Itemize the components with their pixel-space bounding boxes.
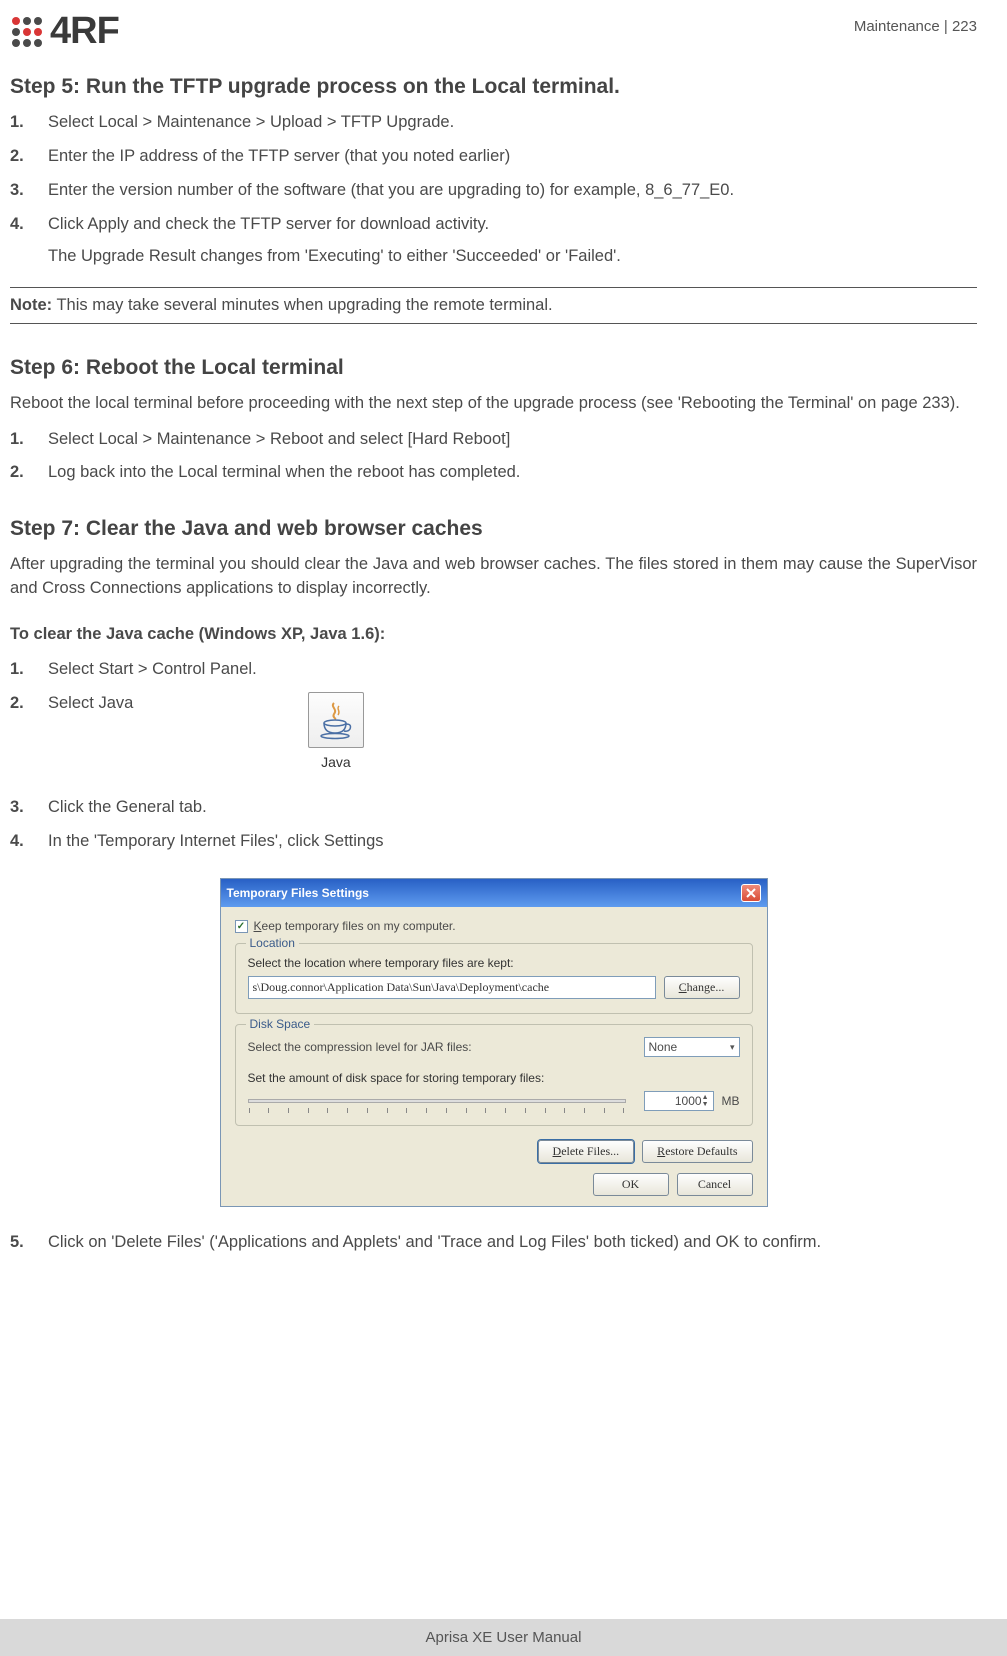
- step7-item-5: Click on 'Delete Files' ('Applications a…: [48, 1231, 977, 1255]
- list-number: 2.: [10, 145, 32, 169]
- step5-item-1: Select Local > Maintenance > Upload > TF…: [48, 111, 977, 135]
- keep-temp-files-label: Keep temporary files on my computer.: [254, 919, 456, 933]
- change-button[interactable]: Change...: [664, 976, 740, 999]
- disk-space-legend: Disk Space: [246, 1017, 315, 1031]
- list-number: 2.: [10, 461, 32, 485]
- step6-intro: Reboot the local terminal before proceed…: [10, 392, 977, 416]
- step5-item-4-extra: The Upgrade Result changes from 'Executi…: [48, 245, 977, 269]
- logo-dots-icon: [10, 15, 44, 49]
- list-number: 1.: [10, 111, 32, 135]
- note-text: This may take several minutes when upgra…: [52, 296, 552, 314]
- chevron-down-icon: ▾: [730, 1042, 735, 1053]
- compression-label: Select the compression level for JAR fil…: [248, 1040, 472, 1054]
- restore-defaults-button[interactable]: Restore Defaults: [642, 1140, 752, 1163]
- page-footer: Aprisa XE User Manual: [0, 1619, 1007, 1656]
- step7-item-1: Select Start > Control Panel.: [48, 658, 977, 682]
- step5-item-2: Enter the IP address of the TFTP server …: [48, 145, 977, 169]
- step7-intro: After upgrading the terminal you should …: [10, 553, 977, 601]
- location-fieldset: Location Select the location where tempo…: [235, 943, 753, 1014]
- step7-heading: Step 7: Clear the Java and web browser c…: [10, 517, 977, 541]
- step7-subhead: To clear the Java cache (Windows XP, Jav…: [10, 625, 977, 644]
- spinner-buttons[interactable]: ▲▼: [702, 1094, 709, 1108]
- note: Note: This may take several minutes when…: [10, 294, 977, 317]
- divider: [10, 287, 977, 288]
- step7-item-3: Click the General tab.: [48, 796, 977, 820]
- amount-label: Set the amount of disk space for storing…: [248, 1071, 740, 1085]
- step6-heading: Step 6: Reboot the Local terminal: [10, 356, 977, 380]
- location-input[interactable]: s\Doug.connor\Application Data\Sun\Java\…: [248, 976, 656, 999]
- step5-item-4: Click Apply and check the TFTP server fo…: [48, 213, 977, 237]
- page-header: 4RF Maintenance | 223: [10, 10, 977, 53]
- page-number: Maintenance | 223: [854, 18, 977, 35]
- step6-item-1: Select Local > Maintenance > Reboot and …: [48, 428, 977, 452]
- list-number: 1.: [10, 658, 32, 682]
- step5-item-3: Enter the version number of the software…: [48, 179, 977, 203]
- list-number: 2.: [10, 692, 32, 772]
- compression-value: None: [649, 1040, 678, 1054]
- step6-item-2: Log back into the Local terminal when th…: [48, 461, 977, 485]
- location-label: Select the location where temporary file…: [248, 956, 740, 970]
- disk-space-unit: MB: [722, 1094, 740, 1108]
- disk-space-slider[interactable]: [248, 1099, 626, 1103]
- disk-space-value: 1000: [649, 1094, 702, 1108]
- java-control-panel-icon: Java: [308, 692, 364, 772]
- step7-item-2: Select Java: [48, 694, 133, 712]
- list-number: 4.: [10, 213, 32, 277]
- disk-space-fieldset: Disk Space Select the compression level …: [235, 1024, 753, 1126]
- ok-button[interactable]: OK: [593, 1173, 669, 1196]
- dialog-title: Temporary Files Settings: [227, 886, 369, 900]
- location-legend: Location: [246, 936, 299, 950]
- close-button[interactable]: [741, 884, 761, 902]
- java-cup-icon: [318, 700, 354, 740]
- cancel-button[interactable]: Cancel: [677, 1173, 753, 1196]
- java-icon-label: Java: [308, 752, 364, 772]
- close-icon: [746, 888, 756, 898]
- note-prefix: Note:: [10, 296, 52, 314]
- list-number: 1.: [10, 428, 32, 452]
- dialog-titlebar: Temporary Files Settings: [221, 879, 767, 907]
- delete-files-button[interactable]: Delete Files...: [538, 1140, 635, 1163]
- list-number: 5.: [10, 1231, 32, 1255]
- list-number: 3.: [10, 179, 32, 203]
- logo: 4RF: [10, 10, 119, 53]
- divider: [10, 323, 977, 324]
- step7-item-4: In the 'Temporary Internet Files', click…: [48, 830, 977, 854]
- temp-files-settings-dialog: Temporary Files Settings ✓ Keep temporar…: [220, 878, 768, 1207]
- disk-space-spinner[interactable]: 1000 ▲▼: [644, 1091, 714, 1111]
- keep-temp-files-checkbox[interactable]: ✓: [235, 920, 248, 933]
- logo-text: 4RF: [50, 10, 119, 53]
- compression-select[interactable]: None ▾: [644, 1037, 740, 1057]
- list-number: 4.: [10, 830, 32, 854]
- step5-heading: Step 5: Run the TFTP upgrade process on …: [10, 75, 977, 99]
- list-number: 3.: [10, 796, 32, 820]
